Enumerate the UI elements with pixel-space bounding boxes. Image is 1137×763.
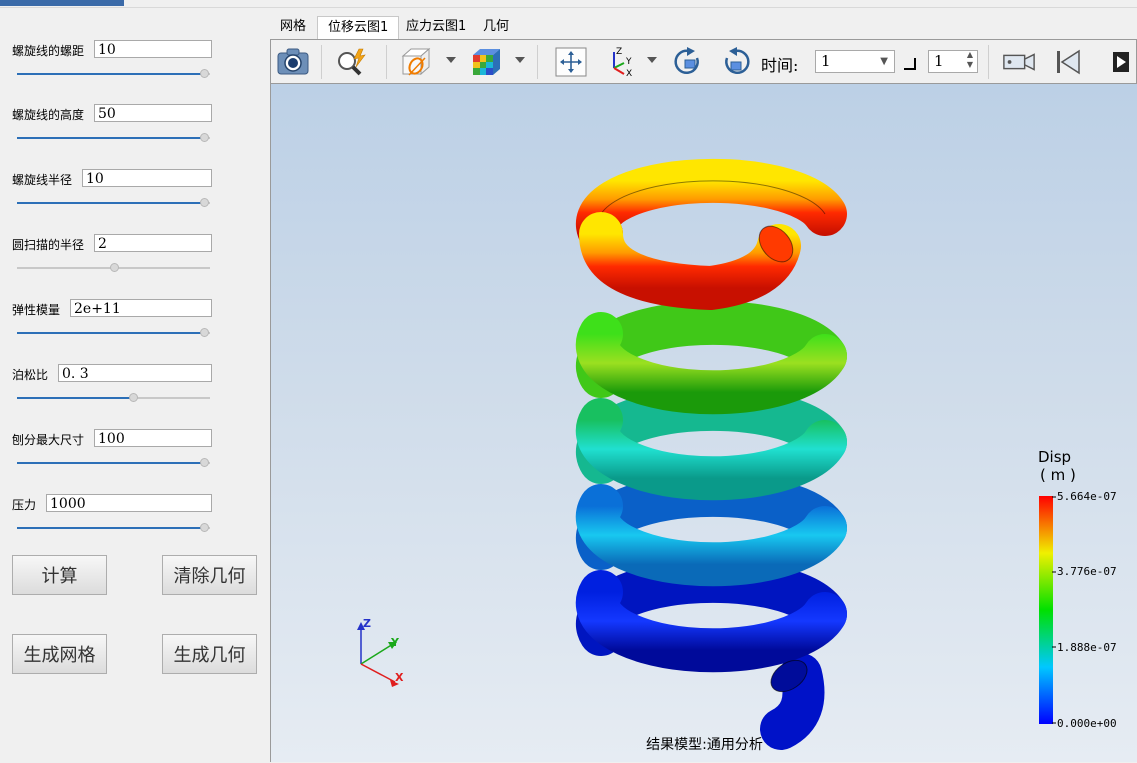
param-label: 圆扫描的半径 bbox=[12, 238, 85, 252]
axis-y-label: Y bbox=[390, 636, 400, 649]
tab-displacement-contour[interactable]: 位移云图1 bbox=[317, 16, 400, 39]
time-combobox[interactable]: 1 ▼ bbox=[815, 50, 895, 73]
compute-button[interactable]: 计算 bbox=[12, 555, 107, 595]
helix-radius-input[interactable]: 10 bbox=[82, 169, 212, 187]
axis-x-label: X bbox=[395, 671, 404, 684]
svg-text:Y: Y bbox=[625, 57, 632, 67]
helix-radius-slider[interactable] bbox=[17, 198, 210, 208]
color-legend-bar bbox=[1039, 496, 1053, 724]
param-poisson-ratio: 泊松比 0. 3 bbox=[12, 364, 232, 404]
helix-height-input[interactable]: 50 bbox=[94, 104, 212, 122]
skip-first-icon[interactable] bbox=[1051, 46, 1085, 78]
parameter-panel: 螺旋线的螺距 10 螺旋线的高度 50 螺旋线半径 10 圆扫描的半径 2 弹性… bbox=[0, 8, 268, 763]
spin-arrows-icon[interactable]: ▲ ▼ bbox=[967, 50, 973, 70]
elastic-modulus-slider[interactable] bbox=[17, 328, 210, 338]
time-value: 1 bbox=[821, 52, 831, 70]
axes-triad: Z Y X bbox=[357, 617, 404, 687]
svg-text:Z: Z bbox=[616, 47, 622, 57]
zoom-icon[interactable] bbox=[335, 46, 369, 78]
color-dropdown-arrow[interactable] bbox=[515, 57, 525, 63]
param-label: 刨分最大尺寸 bbox=[12, 433, 85, 447]
result-model-caption: 结果模型:通用分析 bbox=[646, 737, 763, 753]
fit-view-icon[interactable] bbox=[554, 46, 588, 78]
camera-icon[interactable] bbox=[276, 46, 310, 78]
3d-viewport[interactable]: Z Y X Disp ( m ) 5.664e-07 3.776e-07 1.8… bbox=[270, 84, 1137, 762]
param-label: 螺旋线半径 bbox=[12, 173, 73, 187]
tab-stress-contour[interactable]: 应力云图1 bbox=[396, 16, 476, 38]
clear-geometry-button[interactable]: 清除几何 bbox=[162, 555, 257, 595]
video-record-icon[interactable] bbox=[1002, 46, 1036, 78]
elastic-modulus-input[interactable]: 2e+11 bbox=[70, 299, 212, 317]
spring-model: Z Y X bbox=[357, 158, 1056, 750]
param-label: 弹性模量 bbox=[12, 303, 61, 317]
legend-value-2: 3.776e-07 bbox=[1057, 565, 1117, 578]
pressure-input[interactable]: 1000 bbox=[46, 494, 212, 512]
poisson-ratio-slider[interactable] bbox=[17, 393, 210, 403]
legend-unit: ( m ) bbox=[1040, 466, 1076, 484]
window-top-strip bbox=[0, 0, 1137, 8]
mesh-max-size-slider[interactable] bbox=[17, 458, 210, 468]
clip-dropdown-arrow[interactable] bbox=[446, 57, 456, 63]
clip-box-icon[interactable] bbox=[399, 46, 433, 78]
helix-pitch-input[interactable]: 10 bbox=[94, 40, 212, 58]
sweep-radius-slider[interactable] bbox=[17, 263, 210, 273]
legend-title: Disp bbox=[1038, 448, 1072, 466]
param-helix-height: 螺旋线的高度 50 bbox=[12, 104, 232, 144]
param-label: 压力 bbox=[12, 498, 37, 512]
active-window-accent bbox=[0, 0, 124, 6]
axis-z-label: Z bbox=[363, 617, 371, 630]
legend-min-value: 0.000e+00 bbox=[1057, 717, 1117, 730]
step-spinbox[interactable]: 1 ▲ ▼ bbox=[928, 50, 978, 73]
poisson-ratio-input[interactable]: 0. 3 bbox=[58, 364, 212, 382]
tab-geometry[interactable]: 几何 bbox=[473, 16, 519, 38]
helix-height-slider[interactable] bbox=[17, 133, 210, 143]
param-elastic-modulus: 弹性模量 2e+11 bbox=[12, 299, 232, 339]
rotate-ccw-icon[interactable] bbox=[719, 46, 753, 78]
legend-value-1: 1.888e-07 bbox=[1057, 641, 1117, 654]
mesh-max-size-input[interactable]: 100 bbox=[94, 429, 212, 447]
next-frame-icon[interactable] bbox=[1111, 46, 1131, 78]
param-label: 螺旋线的高度 bbox=[12, 108, 85, 122]
axes-orientation-icon[interactable]: ZYX bbox=[604, 46, 638, 78]
step-checkbox[interactable] bbox=[904, 58, 916, 70]
step-value: 1 bbox=[934, 52, 944, 70]
color-cube-icon[interactable] bbox=[469, 46, 503, 78]
rotate-cw-icon[interactable] bbox=[671, 46, 705, 78]
tab-mesh[interactable]: 网格 bbox=[270, 16, 316, 38]
param-mesh-max-size: 刨分最大尺寸 100 bbox=[12, 429, 232, 469]
helix-pitch-slider[interactable] bbox=[17, 69, 210, 79]
time-label: 时间: bbox=[761, 56, 799, 75]
param-helix-radius: 螺旋线半径 10 bbox=[12, 169, 232, 209]
param-sweep-radius: 圆扫描的半径 2 bbox=[12, 234, 232, 274]
pressure-slider[interactable] bbox=[17, 523, 210, 533]
generate-mesh-button[interactable]: 生成网格 bbox=[12, 634, 107, 674]
param-label: 螺旋线的螺距 bbox=[12, 44, 85, 58]
legend-max-value: 5.664e-07 bbox=[1057, 490, 1117, 503]
param-helix-pitch: 螺旋线的螺距 10 bbox=[12, 40, 232, 80]
axes-dropdown-arrow[interactable] bbox=[647, 57, 657, 63]
sweep-radius-input[interactable]: 2 bbox=[94, 234, 212, 252]
param-label: 泊松比 bbox=[12, 368, 49, 382]
param-pressure: 压力 1000 bbox=[12, 494, 232, 534]
viewer-toolbar: ZYX 时间: 1 ▼ 1 ▲ ▼ bbox=[270, 39, 1137, 84]
svg-text:X: X bbox=[626, 69, 632, 78]
chevron-down-icon: ▼ bbox=[880, 56, 888, 67]
generate-geometry-button[interactable]: 生成几何 bbox=[162, 634, 257, 674]
